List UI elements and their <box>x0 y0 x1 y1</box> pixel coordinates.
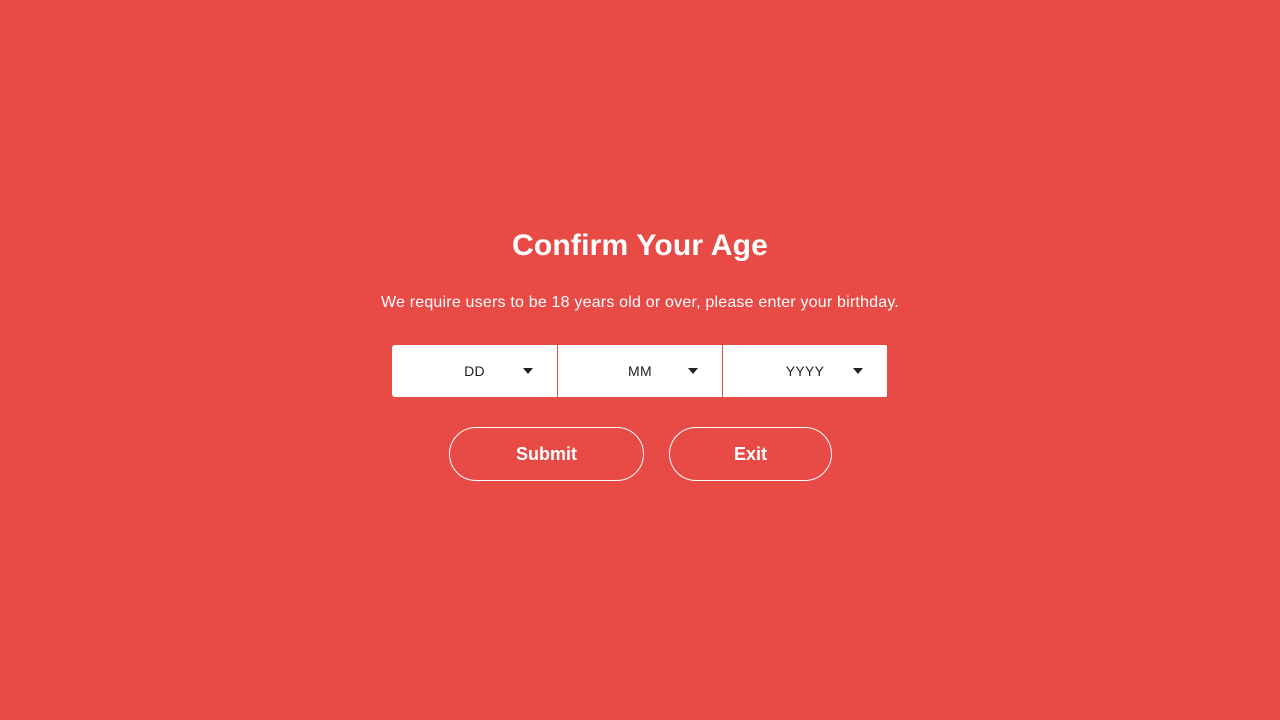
birthday-selects: DD MM YYYY <box>392 345 888 397</box>
submit-button[interactable]: Submit <box>449 427 644 481</box>
caret-down-icon <box>853 368 863 374</box>
caret-down-icon <box>688 368 698 374</box>
day-select[interactable]: DD <box>392 345 557 397</box>
page-title: Confirm Your Age <box>512 229 768 262</box>
month-select-value: MM <box>628 363 652 379</box>
age-requirement-message: We require users to be 18 years old or o… <box>380 294 900 311</box>
day-select-value: DD <box>464 363 485 379</box>
year-select[interactable]: YYYY <box>722 345 887 397</box>
month-select[interactable]: MM <box>557 345 722 397</box>
caret-down-icon <box>523 368 533 374</box>
age-verification-overlay: Confirm Your Age We require users to be … <box>0 0 1280 720</box>
exit-button[interactable]: Exit <box>669 427 832 481</box>
year-select-value: YYYY <box>785 363 825 379</box>
